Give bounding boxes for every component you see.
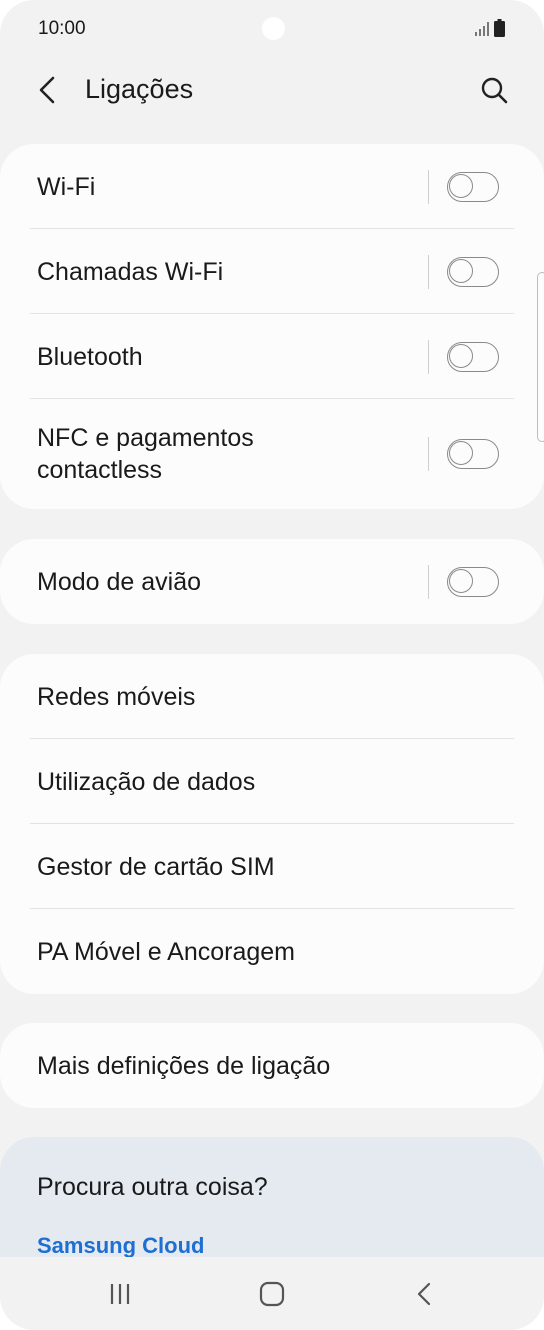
recent-apps-icon[interactable] bbox=[105, 1279, 135, 1309]
airplane-toggle[interactable] bbox=[447, 566, 499, 597]
bluetooth-toggle[interactable] bbox=[447, 341, 499, 372]
page-title: Ligações bbox=[85, 74, 194, 104]
toggle-knob bbox=[449, 173, 473, 198]
nfc-label: NFC e pagamentos contactless bbox=[37, 424, 254, 484]
hotspot-tethering-label: PA Móvel e Ancoragem bbox=[37, 937, 296, 966]
battery-icon bbox=[494, 19, 505, 37]
divider bbox=[428, 564, 429, 599]
airplane-card: Modo de avião bbox=[0, 539, 544, 624]
more-settings-label: Mais definições de ligação bbox=[37, 1051, 331, 1080]
airplane-row[interactable]: Modo de avião bbox=[0, 539, 544, 624]
toggle-knob bbox=[449, 343, 473, 368]
phone-screen: 10:00 Ligações Wi-Fi Chamadas Wi-Fi Blue… bbox=[0, 0, 544, 1330]
nfc-toggle[interactable] bbox=[447, 439, 499, 469]
back-arrow-icon[interactable] bbox=[28, 70, 68, 110]
suggestions-card: Procura outra coisa? Samsung Cloud bbox=[0, 1137, 544, 1257]
status-time: 10:00 bbox=[38, 18, 86, 39]
network-card: Redes móveis Utilização de dados Gestor … bbox=[0, 654, 544, 994]
bluetooth-row[interactable]: Bluetooth bbox=[0, 314, 544, 399]
divider bbox=[428, 437, 429, 471]
toggle-knob bbox=[449, 258, 473, 283]
hotspot-tethering-row[interactable]: PA Móvel e Ancoragem bbox=[0, 909, 544, 994]
app-bar: Ligações bbox=[0, 60, 544, 122]
divider bbox=[428, 169, 429, 204]
airplane-label: Modo de avião bbox=[37, 567, 202, 596]
nfc-row[interactable]: NFC e pagamentos contactless bbox=[0, 399, 544, 509]
mobile-networks-row[interactable]: Redes móveis bbox=[0, 654, 544, 739]
home-icon[interactable] bbox=[257, 1279, 287, 1309]
navigation-bar bbox=[0, 1257, 544, 1330]
status-bar: 10:00 bbox=[0, 0, 544, 60]
divider bbox=[428, 254, 429, 289]
signal-icon bbox=[475, 22, 489, 36]
data-usage-row[interactable]: Utilização de dados bbox=[0, 739, 544, 824]
wifi-toggle[interactable] bbox=[447, 171, 499, 202]
wifi-calling-toggle[interactable] bbox=[447, 256, 499, 287]
back-icon[interactable] bbox=[410, 1279, 440, 1309]
search-icon[interactable] bbox=[474, 70, 516, 112]
camera-cutout bbox=[262, 17, 285, 40]
samsung-cloud-link[interactable]: Samsung Cloud bbox=[37, 1233, 204, 1257]
data-usage-label: Utilização de dados bbox=[37, 767, 256, 796]
more-settings-card: Mais definições de ligação bbox=[0, 1023, 544, 1108]
bluetooth-label: Bluetooth bbox=[37, 342, 143, 371]
mobile-networks-label: Redes móveis bbox=[37, 682, 196, 711]
wifi-row[interactable]: Wi-Fi bbox=[0, 144, 544, 229]
wireless-card: Wi-Fi Chamadas Wi-Fi Bluetooth NFC e pag… bbox=[0, 144, 544, 509]
suggestions-title: Procura outra coisa? bbox=[37, 1173, 268, 1201]
divider bbox=[428, 339, 429, 374]
toggle-knob bbox=[449, 568, 473, 593]
sim-manager-label: Gestor de cartão SIM bbox=[37, 852, 275, 881]
wifi-calling-label: Chamadas Wi-Fi bbox=[37, 257, 224, 286]
wifi-calling-row[interactable]: Chamadas Wi-Fi bbox=[0, 229, 544, 314]
sim-manager-row[interactable]: Gestor de cartão SIM bbox=[0, 824, 544, 909]
wifi-label: Wi-Fi bbox=[37, 172, 96, 201]
more-settings-row[interactable]: Mais definições de ligação bbox=[0, 1023, 544, 1108]
toggle-knob bbox=[449, 441, 473, 465]
scroll-handle[interactable] bbox=[537, 272, 544, 442]
